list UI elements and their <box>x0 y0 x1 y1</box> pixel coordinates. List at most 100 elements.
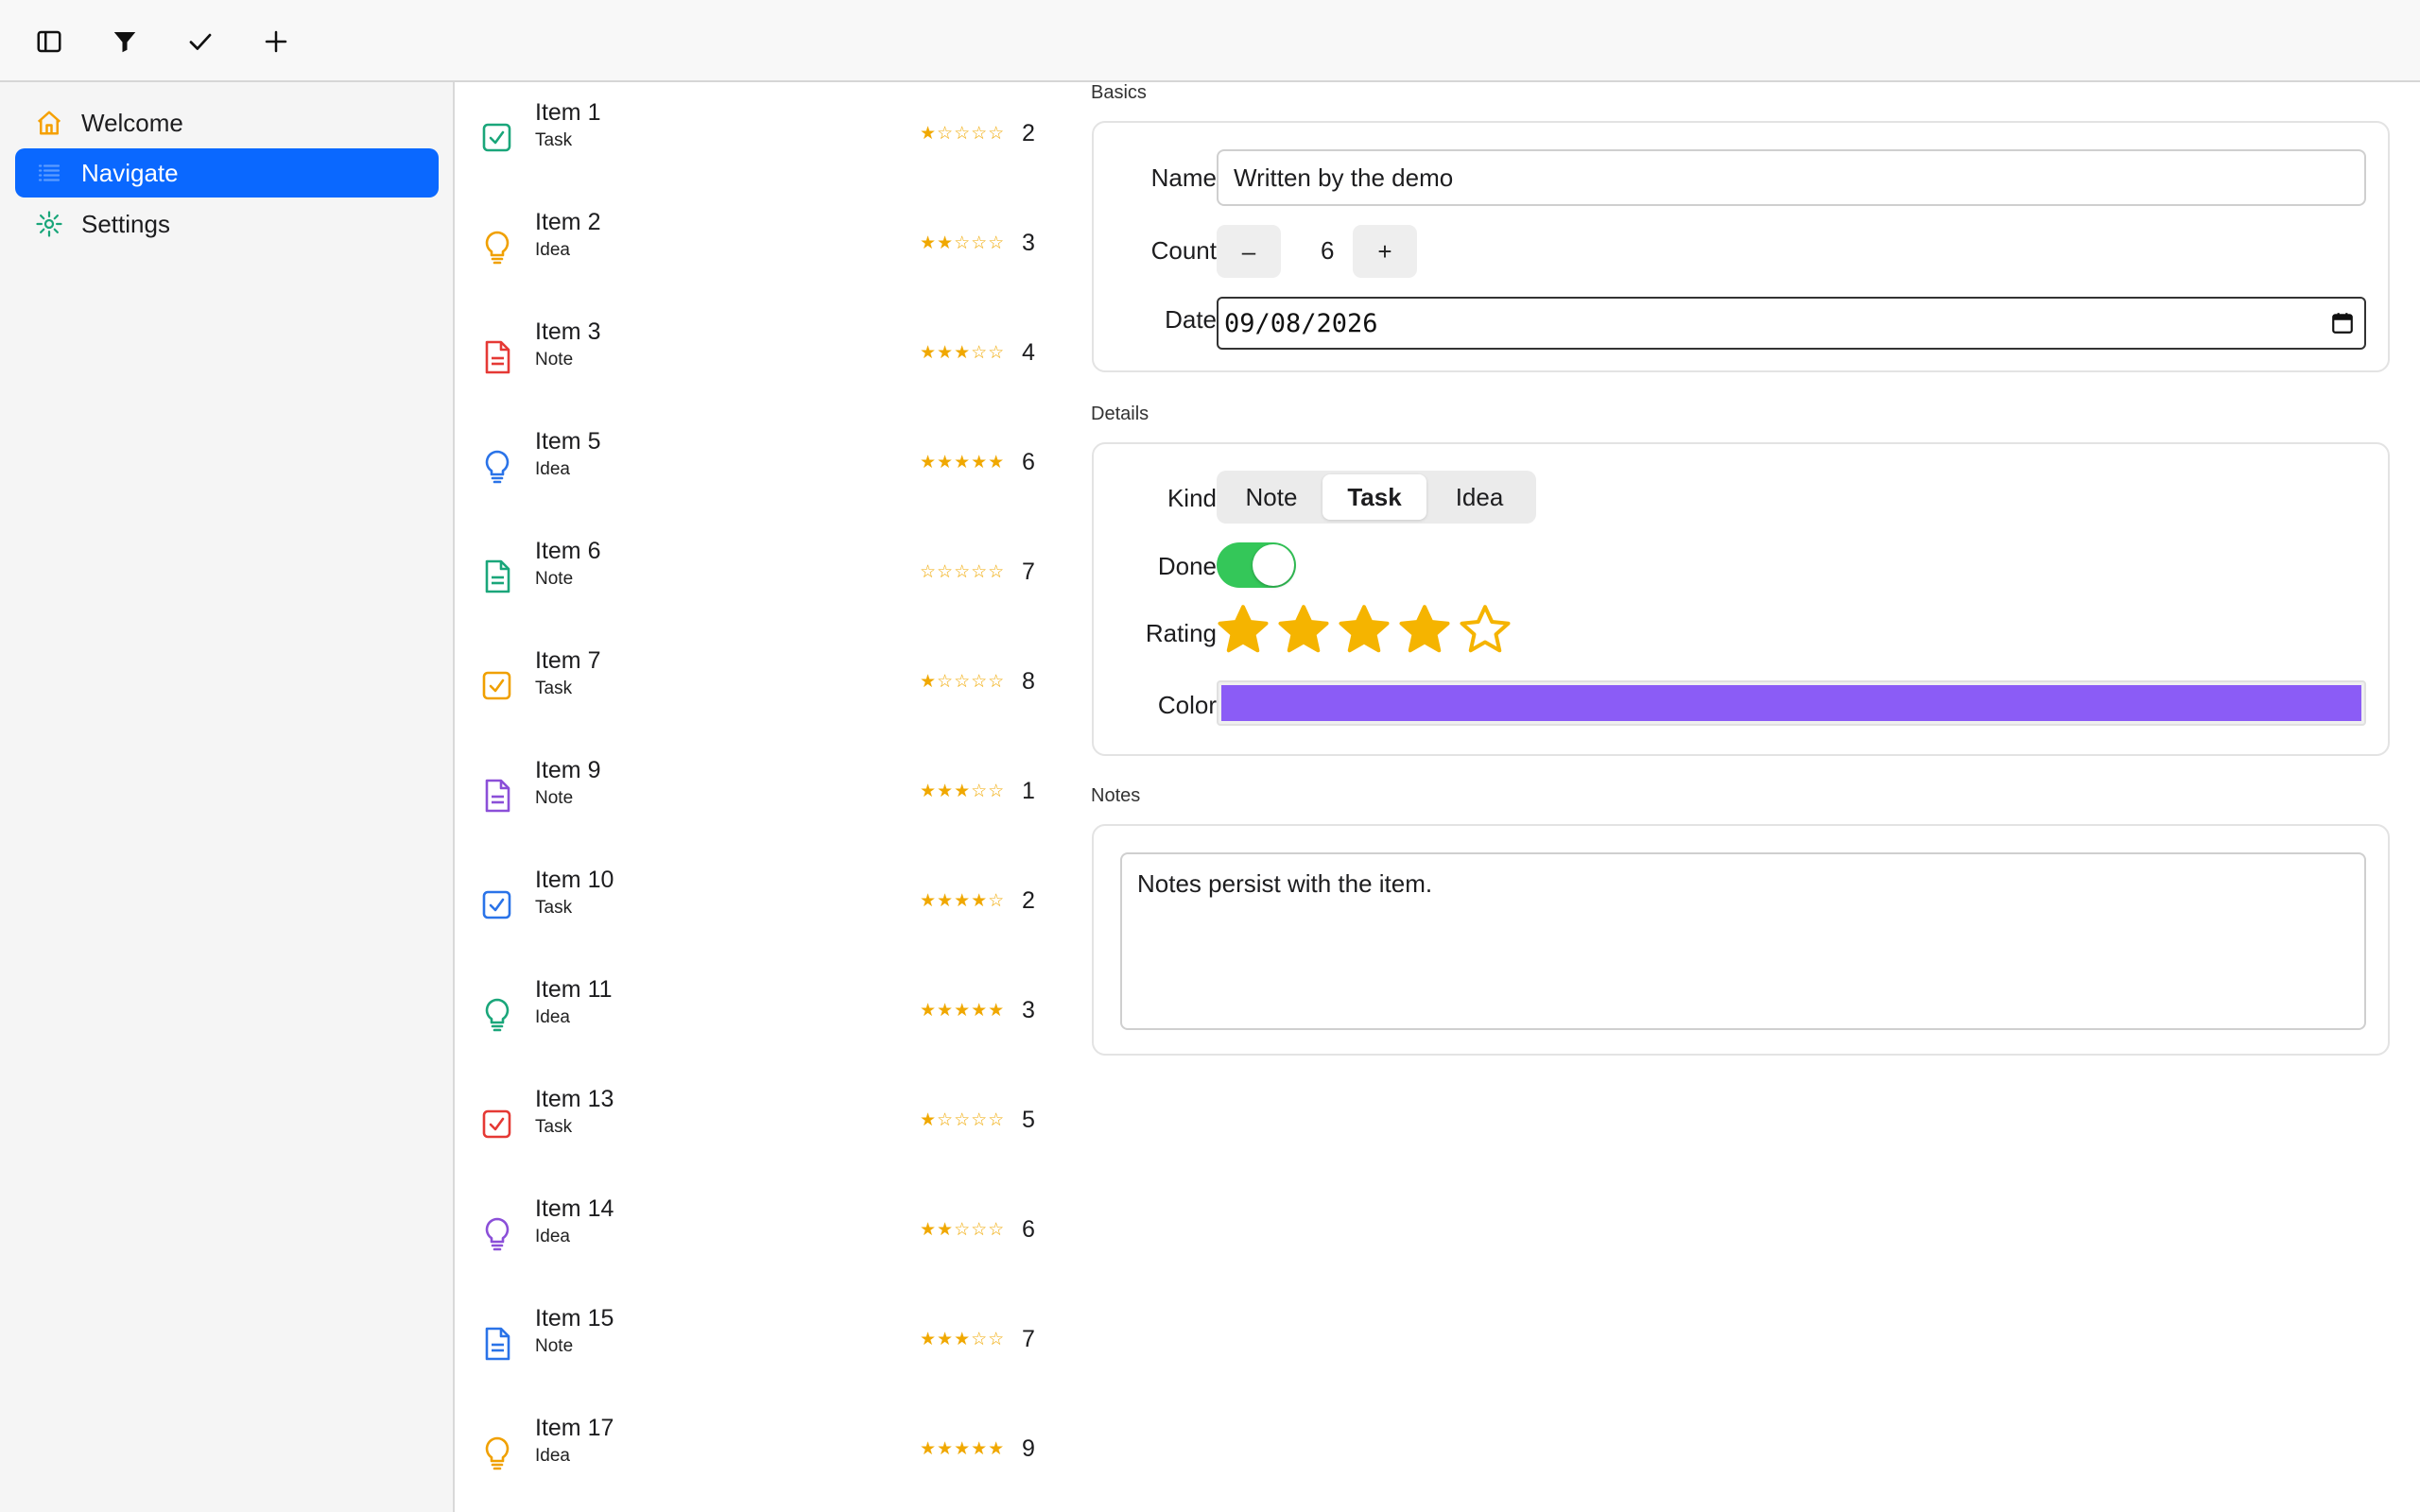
filter-button[interactable] <box>104 21 146 62</box>
list-icon <box>32 156 66 190</box>
item-title: Item 15 <box>535 1305 614 1332</box>
item-title: Item 6 <box>535 538 601 564</box>
house-icon <box>32 106 66 140</box>
sidebar-toggle-button[interactable] <box>28 21 70 62</box>
plus-icon <box>265 30 287 53</box>
checkbox-icon <box>481 1107 513 1143</box>
list-item[interactable]: Item 15 Note ★★★☆☆ 7 <box>457 1288 1066 1398</box>
add-button[interactable] <box>255 21 297 62</box>
sidebar-item-navigate[interactable]: Navigate <box>15 148 439 198</box>
item-count: 7 <box>1022 558 1035 585</box>
list-item[interactable]: Item 5 Idea ★★★★★ 6 <box>457 411 1066 521</box>
list-item[interactable]: Item 1 Task ★☆☆☆☆ 2 <box>457 82 1066 192</box>
item-title: Item 13 <box>535 1086 614 1112</box>
item-title: Item 14 <box>535 1195 614 1222</box>
item-count: 8 <box>1022 668 1035 695</box>
item-rating-stars: ★☆☆☆☆ <box>920 1109 1006 1130</box>
item-count: 2 <box>1022 120 1035 146</box>
item-kind: Task <box>535 130 573 150</box>
item-title: Item 10 <box>535 867 614 893</box>
notes-textarea[interactable]: Notes persist with the item. <box>1120 852 2366 1030</box>
lightbulb-icon <box>481 997 513 1033</box>
list-item[interactable]: Item 3 Note ★★★☆☆ 4 <box>457 301 1066 411</box>
item-title: Item 7 <box>535 647 601 674</box>
name-field[interactable]: Written by the demo <box>1217 149 2366 206</box>
checkmark-button[interactable] <box>180 21 221 62</box>
item-title: Item 1 <box>535 99 601 126</box>
item-count: 6 <box>1022 449 1035 475</box>
count-value: 6 <box>1321 236 1335 265</box>
details-card: Kind Note Task Idea Done Rating Color <box>1092 442 2390 756</box>
list-item[interactable]: Item 13 Task ★☆☆☆☆ 5 <box>457 1069 1066 1178</box>
star-filled-icon[interactable] <box>1275 601 1336 662</box>
item-count: 3 <box>1022 997 1035 1023</box>
item-kind: Idea <box>535 1007 570 1027</box>
color-picker[interactable] <box>1217 680 2366 726</box>
list-item[interactable]: Item 2 Idea ★★☆☆☆ 3 <box>457 192 1066 301</box>
star-filled-icon[interactable] <box>1336 601 1396 662</box>
item-rating-stars: ★★★☆☆ <box>920 342 1006 363</box>
lightbulb-icon <box>481 1435 513 1471</box>
item-count: 2 <box>1022 887 1035 914</box>
sidebar-item-settings[interactable]: Settings <box>15 199 439 249</box>
notes-card: Notes persist with the item. <box>1092 824 2390 1056</box>
gear-icon <box>32 207 66 241</box>
item-title: Item 17 <box>535 1415 614 1441</box>
item-rating-stars: ★★★★★ <box>920 1438 1006 1459</box>
item-kind: Note <box>535 350 574 369</box>
list-item[interactable]: Item 7 Task ★☆☆☆☆ 8 <box>457 630 1066 740</box>
item-title: Item 11 <box>535 976 613 1003</box>
list-item[interactable]: Item 6 Note ☆☆☆☆☆ 7 <box>457 521 1066 630</box>
item-kind: Idea <box>535 1446 570 1466</box>
item-kind: Task <box>535 1117 573 1137</box>
list-item[interactable]: Item 9 Note ★★★☆☆ 1 <box>457 740 1066 850</box>
rating-control <box>1215 601 1517 662</box>
item-rating-stars: ☆☆☆☆☆ <box>920 561 1006 582</box>
calendar-icon[interactable] <box>2330 311 2355 335</box>
kind-option-idea[interactable]: Idea <box>1426 474 1532 520</box>
list-item[interactable]: Item 14 Idea ★★☆☆☆ 6 <box>457 1178 1066 1288</box>
item-kind: Idea <box>535 240 570 260</box>
basics-card: Name Written by the demo Count – 6 + Dat… <box>1092 121 2390 372</box>
done-toggle[interactable] <box>1217 542 1296 588</box>
sidebar-item-welcome[interactable]: Welcome <box>15 98 439 147</box>
section-title-details: Details <box>1091 404 1150 424</box>
item-list: Item 1 Task ★☆☆☆☆ 2 Item 2 Idea ★★☆☆☆ 3 Item 3 No… <box>457 82 1066 1512</box>
item-count: 6 <box>1022 1216 1035 1243</box>
date-value: 09/08/2026 <box>1224 308 1378 338</box>
item-kind: Idea <box>535 1227 570 1246</box>
star-filled-icon[interactable] <box>1396 601 1457 662</box>
item-rating-stars: ★★☆☆☆ <box>920 1219 1006 1240</box>
kind-option-task[interactable]: Task <box>1322 474 1426 520</box>
sidebar-item-label: Navigate <box>81 158 179 187</box>
document-icon <box>481 339 513 375</box>
list-item[interactable]: Item 11 Idea ★★★★★ 3 <box>457 959 1066 1069</box>
star-empty-icon[interactable] <box>1457 601 1517 662</box>
item-rating-stars: ★★★☆☆ <box>920 1329 1006 1349</box>
kind-option-note[interactable]: Note <box>1220 474 1322 520</box>
item-title: Item 9 <box>535 757 601 783</box>
star-filled-icon[interactable] <box>1215 601 1275 662</box>
date-field[interactable]: 09/08/2026 <box>1217 297 2366 350</box>
item-kind: Task <box>535 679 573 698</box>
checkmark-icon <box>189 33 212 50</box>
item-count: 5 <box>1022 1107 1035 1133</box>
sidebar: Welcome Navigate Settings <box>0 82 455 1512</box>
list-item[interactable]: Item 17 Idea ★★★★★ 9 <box>457 1398 1066 1507</box>
kind-segmented-control: Note Task Idea <box>1217 471 1536 524</box>
item-rating-stars: ★☆☆☆☆ <box>920 671 1006 692</box>
item-kind: Note <box>535 788 574 808</box>
item-title: Item 2 <box>535 209 601 235</box>
item-rating-stars: ★★★☆☆ <box>920 781 1006 801</box>
item-count: 9 <box>1022 1435 1035 1462</box>
decrement-button[interactable]: – <box>1217 225 1281 278</box>
document-icon <box>481 558 513 594</box>
sidebar-item-label: Settings <box>81 209 170 238</box>
document-icon <box>481 1326 513 1362</box>
item-title: Item 3 <box>535 318 601 345</box>
date-label: Date <box>1165 305 1217 334</box>
filter-icon <box>113 32 136 53</box>
list-item[interactable]: Item 10 Task ★★★★☆ 2 <box>457 850 1066 959</box>
increment-button[interactable]: + <box>1353 225 1417 278</box>
detail-pane: Basics Name Written by the demo Count – … <box>1066 82 2420 1512</box>
